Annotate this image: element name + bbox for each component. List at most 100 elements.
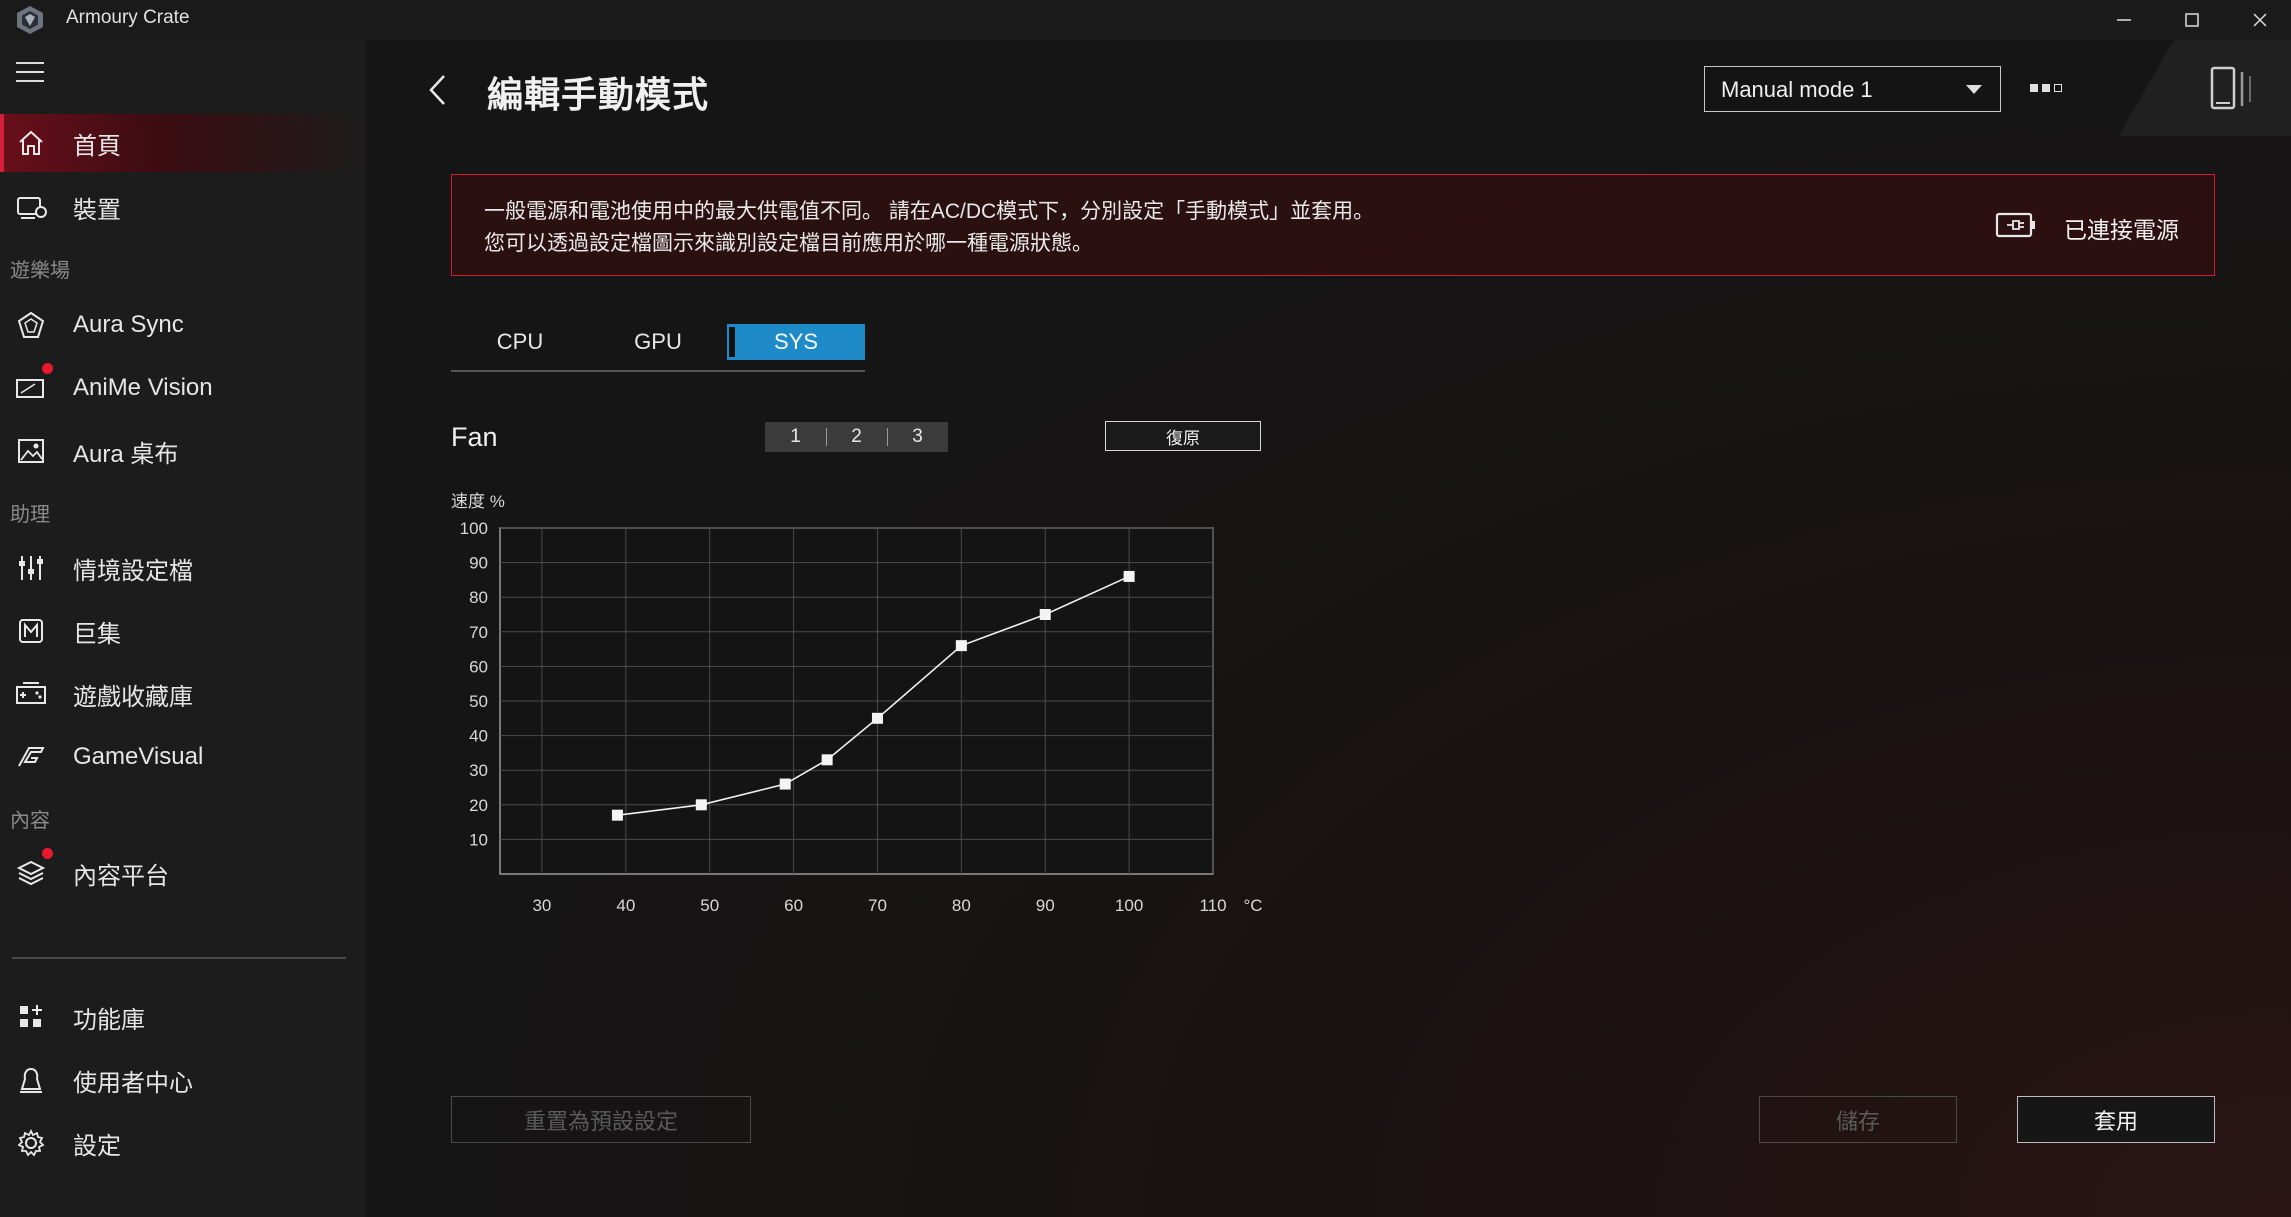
app-title: Armoury Crate (66, 7, 190, 28)
tab-sys[interactable]: SYS (727, 324, 865, 360)
x-tick-label: 80 (952, 896, 971, 915)
x-tick-label: 110 (1199, 896, 1226, 915)
sidebar: 首頁 裝置 遊樂場 Aura Sync AniMe Vision Aura 桌布… (0, 40, 366, 1217)
minimize-button[interactable] (2090, 0, 2158, 40)
sidebar-item-label: 使用者中心 (73, 1069, 193, 1097)
home-icon (14, 126, 48, 160)
close-button[interactable] (2226, 0, 2291, 40)
sidebar-item-content-platform[interactable]: 內容平台 (0, 844, 366, 902)
sidebar-item-aura-sync[interactable]: Aura Sync (0, 296, 366, 354)
fan-curve-point[interactable] (695, 799, 707, 811)
fan-curve-point[interactable] (955, 640, 967, 652)
component-tabs: CPU GPU SYS (451, 324, 865, 372)
sidebar-item-game-library[interactable]: 遊戲收藏庫 (0, 665, 366, 723)
y-tick-label: 90 (469, 554, 488, 573)
maximize-icon (2185, 13, 2199, 27)
x-tick-label: 60 (784, 896, 803, 915)
fan-curve-point[interactable] (779, 778, 791, 790)
y-axis-title: 速度 % (451, 492, 505, 511)
fan-curve-point[interactable] (1039, 609, 1051, 620)
mode-select-value: Manual mode 1 (1721, 77, 1873, 102)
hamburger-menu-icon[interactable] (16, 62, 44, 86)
y-tick-label: 50 (469, 692, 488, 711)
fan-selector: 1 2 3 (765, 422, 948, 452)
x-tick-label: 40 (616, 896, 635, 915)
sidebar-item-macro[interactable]: 巨集 (0, 602, 366, 660)
aura-sync-icon (14, 308, 48, 342)
section-label-assistant: 助理 (10, 504, 50, 526)
fan-curve-point[interactable] (871, 712, 883, 724)
notification-dot (42, 848, 53, 859)
sidebar-item-label: 情境設定檔 (73, 557, 193, 585)
feature-library-icon (14, 1000, 48, 1034)
x-tick-label: 50 (700, 896, 719, 915)
sidebar-item-label: 功能庫 (73, 1006, 145, 1034)
x-tick-label: 100 (1115, 896, 1143, 915)
gamevisual-icon (14, 740, 48, 774)
back-arrow-icon[interactable] (420, 70, 456, 110)
title-bar: Armoury Crate (0, 0, 2291, 40)
y-tick-label: 20 (469, 796, 488, 815)
sidebar-item-label: Aura Sync (73, 311, 184, 338)
sidebar-item-label: 設定 (73, 1132, 121, 1160)
x-tick-label: 70 (868, 896, 887, 915)
sidebar-item-label: 巨集 (73, 620, 121, 648)
anime-vision-icon (14, 371, 48, 405)
sidebar-item-label: 內容平台 (73, 862, 169, 890)
gear-icon (14, 1126, 48, 1160)
restore-button[interactable]: 復原 (1105, 421, 1261, 451)
apply-button[interactable]: 套用 (2017, 1096, 2215, 1143)
sidebar-item-label: GameVisual (73, 743, 204, 770)
y-tick-label: 100 (460, 519, 488, 538)
x-tick-label: 90 (1036, 896, 1055, 915)
sidebar-item-anime-vision[interactable]: AniMe Vision (0, 359, 366, 417)
mode-select-dropdown[interactable]: Manual mode 1 (1704, 66, 2001, 112)
sidebar-item-label: Aura 桌布 (73, 440, 179, 468)
sidebar-divider (12, 957, 346, 959)
sidebar-item-aura-wallpaper[interactable]: Aura 桌布 (0, 422, 366, 480)
maximize-button[interactable] (2158, 0, 2226, 40)
section-label-playground: 遊樂場 (10, 260, 70, 282)
sidebar-item-gamevisual[interactable]: GameVisual (0, 728, 366, 786)
y-tick-label: 10 (469, 830, 488, 849)
fan-curve-point[interactable] (1123, 570, 1135, 582)
armoury-crate-logo-icon (17, 6, 43, 34)
sidebar-item-label: AniMe Vision (73, 374, 213, 401)
notification-dot (42, 363, 53, 374)
user-center-icon (14, 1063, 48, 1097)
sidebar-item-settings[interactable]: 設定 (0, 1114, 366, 1172)
game-library-icon (14, 677, 48, 711)
sidebar-item-home[interactable]: 首頁 (0, 114, 366, 172)
reset-default-button[interactable]: 重置為預設設定 (451, 1096, 751, 1143)
fan-selector-1[interactable]: 1 (765, 422, 826, 452)
x-axis-unit: °C (1243, 896, 1262, 915)
sliders-icon (14, 551, 48, 585)
fan-selector-2[interactable]: 2 (826, 422, 887, 452)
section-label-content: 內容 (10, 810, 50, 832)
fan-title: Fan (451, 422, 498, 452)
y-tick-label: 60 (469, 657, 488, 676)
power-notice-banner: 一般電源和電池使用中的最大供電值不同。 請在AC/DC模式下，分別設定「手動模式… (451, 174, 2215, 276)
wallpaper-icon (14, 434, 48, 468)
sidebar-item-device[interactable]: 裝置 (0, 178, 366, 236)
minimize-icon (2117, 19, 2131, 21)
fan-curve-point[interactable] (821, 754, 833, 766)
y-tick-label: 40 (469, 727, 488, 746)
tab-cpu[interactable]: CPU (451, 324, 589, 360)
close-icon (2253, 13, 2267, 27)
sidebar-item-feature-library[interactable]: 功能庫 (0, 988, 366, 1046)
fan-curve-point[interactable] (611, 809, 623, 821)
fan-curve-chart[interactable]: 10 20 30 40 50 60 70 80 90 100 30 40 50 60 70 80 90 100 11… (440, 515, 1280, 925)
sidebar-item-scenario-profiles[interactable]: 情境設定檔 (0, 539, 366, 597)
notice-line-2: 您可以透過設定檔圖示來識別設定檔目前應用於哪一種電源狀態。 (484, 232, 1093, 255)
fan-selector-3[interactable]: 3 (887, 422, 948, 452)
device-icon (14, 190, 48, 224)
ac-power-plug-icon (1995, 212, 2035, 238)
sidebar-item-label: 裝置 (73, 196, 121, 224)
y-tick-label: 30 (469, 761, 488, 780)
device-panel-icon[interactable] (2206, 64, 2256, 114)
tab-gpu[interactable]: GPU (589, 324, 727, 360)
more-options-icon[interactable] (2030, 80, 2070, 96)
save-button[interactable]: 儲存 (1759, 1096, 1957, 1143)
sidebar-item-user-center[interactable]: 使用者中心 (0, 1051, 366, 1109)
